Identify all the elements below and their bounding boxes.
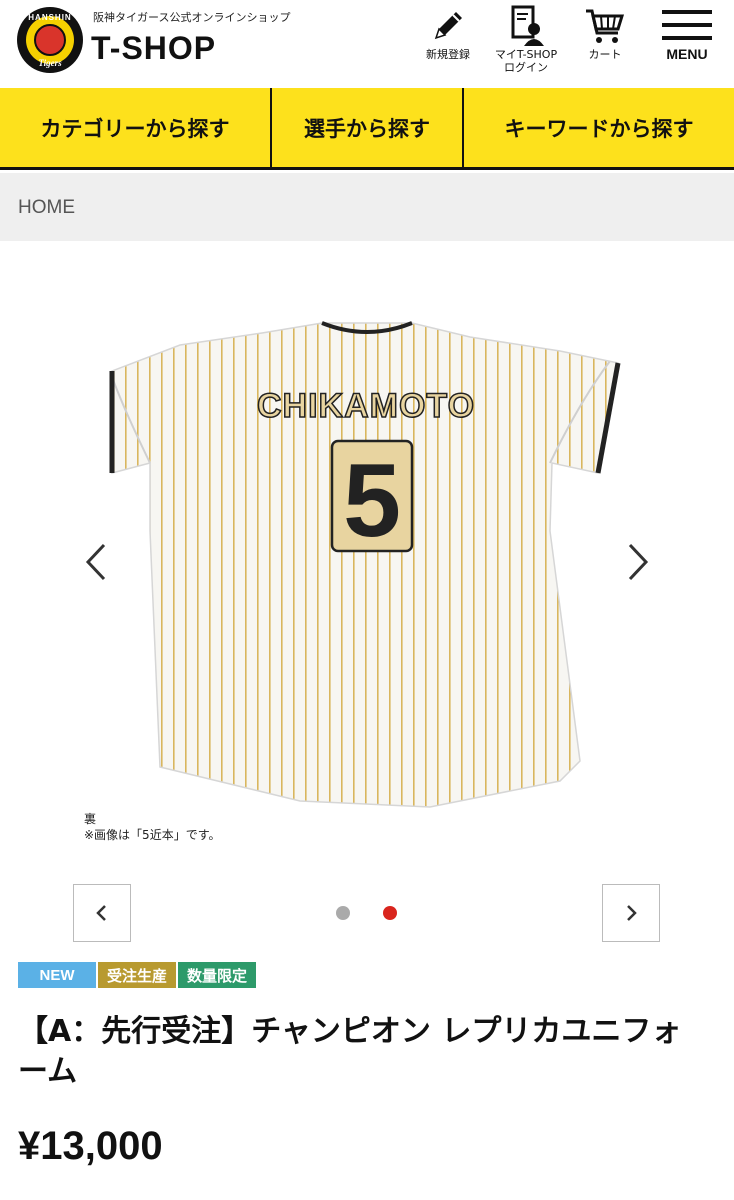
- user-document-icon: [511, 5, 544, 46]
- chevron-right-icon: [627, 905, 637, 921]
- caption-line-1: 裏: [84, 812, 97, 826]
- chevron-left-icon: [96, 905, 106, 921]
- carousel-next-arrow[interactable]: [620, 539, 656, 585]
- mypage-login-button[interactable]: マイT-SHOP ログイン: [484, 0, 568, 88]
- hamburger-menu-icon: [662, 10, 712, 40]
- site-header: HANSHIN Tigers 阪神タイガース公式オンラインショップ T-SHOP…: [0, 0, 734, 88]
- product-price: ¥13,000: [18, 1124, 163, 1168]
- thumb-prev-button[interactable]: [73, 884, 131, 942]
- hanshin-tigers-logo[interactable]: HANSHIN Tigers: [17, 7, 83, 73]
- breadcrumb-home-link[interactable]: HOME: [18, 197, 75, 219]
- pencil-icon: [434, 12, 462, 40]
- product-title: 【A：先行受注】チャンピオン レプリカユニフォーム: [18, 1014, 682, 1089]
- product-badges: NEW 受注生産 数量限定: [18, 962, 256, 988]
- menu-label: MENU: [666, 46, 708, 62]
- chevron-right-icon: [628, 543, 649, 581]
- menu-button[interactable]: MENU: [650, 0, 724, 88]
- carousel-dot-2-active[interactable]: [383, 906, 397, 920]
- register-button[interactable]: 新規登録: [418, 0, 478, 88]
- shop-subtitle: 阪神タイガース公式オンラインショップ: [93, 11, 291, 24]
- badge-limited-quantity: 数量限定: [178, 962, 256, 988]
- nav-search-player[interactable]: 選手から探す: [272, 88, 464, 167]
- mypage-label-2: ログイン: [504, 61, 548, 74]
- carousel-dot-1[interactable]: [336, 906, 350, 920]
- mypage-label-1: マイT-SHOP: [494, 48, 558, 61]
- jersey-number: 5: [343, 443, 401, 559]
- tiger-icon: [34, 24, 66, 56]
- caption-line-2: ※画像は「5近本」です。: [84, 828, 221, 842]
- search-nav-bar: カテゴリーから探す 選手から探す キーワードから探す: [0, 88, 734, 170]
- register-label: 新規登録: [426, 48, 470, 61]
- logo-ring-text2: Tigers: [38, 58, 62, 68]
- nav-search-category[interactable]: カテゴリーから探す: [0, 88, 272, 167]
- badge-made-to-order: 受注生産: [98, 962, 176, 988]
- jersey-name: CHIKAMOTO: [257, 387, 475, 425]
- product-image-carousel: 5 CHIKAMOTO 裏 ※画像は「5近本」です。: [0, 241, 734, 871]
- chevron-left-icon: [85, 543, 106, 581]
- cart-icon: [586, 9, 625, 43]
- cart-button[interactable]: カート: [573, 0, 637, 88]
- shop-name-logo[interactable]: T-SHOP: [91, 30, 216, 67]
- image-caption: 裏 ※画像は「5近本」です。: [84, 811, 221, 843]
- logo-ring-text: HANSHIN: [28, 13, 72, 22]
- carousel-prev-arrow[interactable]: [78, 539, 114, 585]
- breadcrumb: HOME: [0, 173, 734, 241]
- badge-new: NEW: [18, 962, 96, 988]
- cart-label: カート: [588, 48, 622, 61]
- thumb-next-button[interactable]: [602, 884, 660, 942]
- nav-search-keyword[interactable]: キーワードから探す: [464, 88, 734, 167]
